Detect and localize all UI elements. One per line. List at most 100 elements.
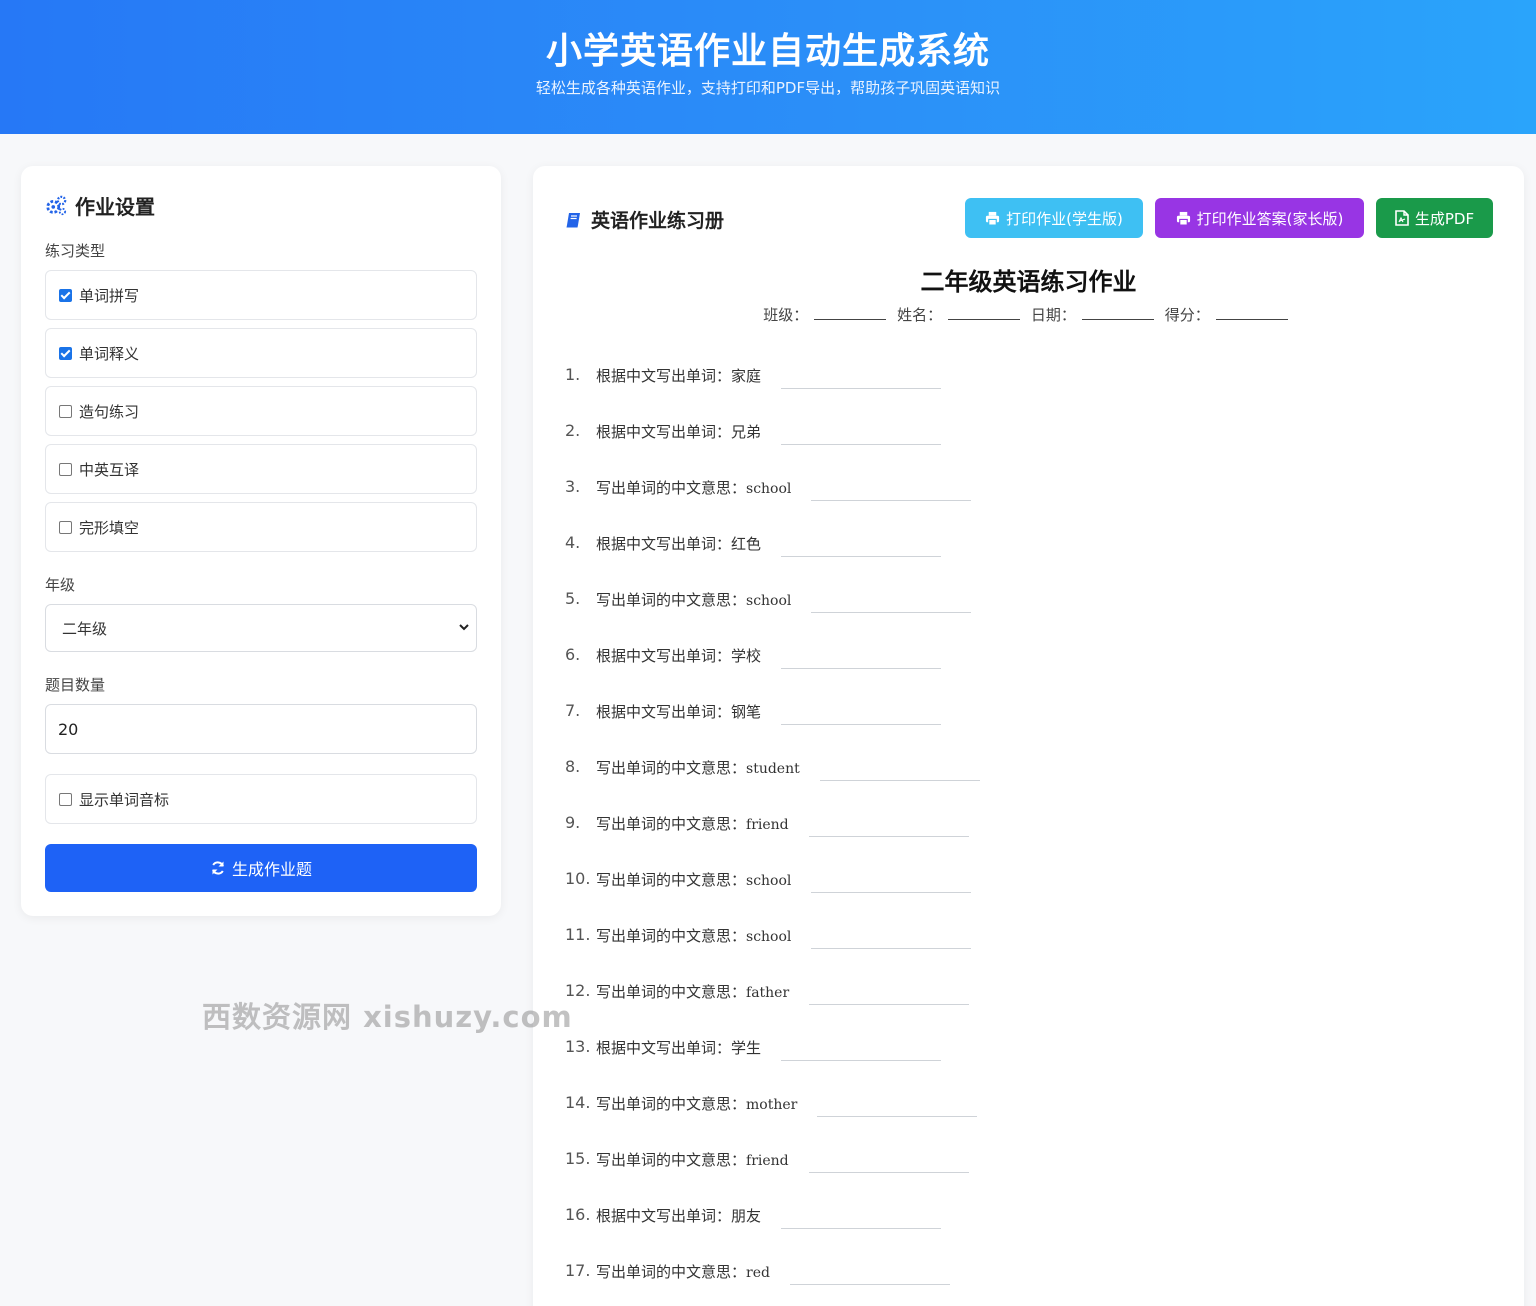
pdf-file-icon [1395, 210, 1409, 226]
print-parent-label: 打印作业答案(家长版) [1196, 209, 1344, 228]
question-text: 写出单词的中文意思：school [596, 869, 791, 890]
question-word: 家庭 [731, 367, 762, 385]
name-label: 姓名： [897, 306, 943, 324]
spelling-checkbox[interactable] [59, 288, 72, 302]
question-item: 11. 写出单词的中文意思：school [565, 925, 972, 981]
answer-line[interactable] [781, 639, 942, 669]
type-option-label: 中英互译 [79, 460, 140, 479]
question-number: 10. [565, 869, 591, 888]
question-text: 根据中文写出单词：钢笔 [596, 701, 761, 722]
sentence-checkbox[interactable] [59, 404, 72, 418]
answer-line[interactable] [781, 1199, 942, 1229]
question-word: 钢笔 [731, 703, 762, 721]
type-option-label: 单词释义 [79, 344, 140, 363]
answer-line[interactable] [817, 1087, 978, 1117]
question-prompt: 写出单词的中文意思： [596, 815, 747, 833]
date-blank [1081, 305, 1154, 320]
type-option-cloze[interactable]: 完形填空 [45, 502, 477, 552]
type-option-sentence[interactable]: 造句练习 [45, 386, 477, 436]
type-option-meaning[interactable]: 单词释义 [45, 328, 477, 378]
question-prompt: 根据中文写出单词： [596, 647, 732, 665]
phonetic-option[interactable]: 显示单词音标 [45, 774, 477, 824]
type-option-label: 单词拼写 [79, 286, 140, 305]
question-prompt: 写出单词的中文意思： [596, 983, 747, 1001]
answer-line[interactable] [781, 1031, 942, 1061]
answer-line[interactable] [808, 807, 969, 837]
answer-line[interactable] [811, 583, 972, 613]
print-parent-button[interactable]: 打印作业答案(家长版) [1155, 198, 1364, 238]
question-text: 写出单词的中文意思：school [596, 477, 791, 498]
question-prompt: 写出单词的中文意思： [596, 1151, 747, 1169]
answer-line[interactable] [808, 1143, 969, 1173]
answer-line[interactable] [789, 1255, 950, 1285]
answer-line[interactable] [781, 527, 942, 557]
question-word: 兄弟 [731, 423, 762, 441]
generate-pdf-button[interactable]: 生成PDF [1376, 198, 1493, 238]
question-number: 2. [565, 421, 581, 440]
app-subtitle: 轻松生成各种英语作业，支持打印和PDF导出，帮助孩子巩固英语知识 [535, 79, 1001, 97]
question-item: 17. 写出单词的中文意思：red [565, 1261, 950, 1306]
score-blank [1215, 305, 1288, 320]
settings-panel: 作业设置 练习类型 单词拼写 单词释义 造句练习 中英互译 完形填空 年级 二年… [21, 166, 501, 916]
phonetic-checkbox[interactable] [59, 792, 72, 806]
generate-button-label: 生成作业题 [231, 860, 312, 879]
question-prompt: 根据中文写出单词： [596, 1039, 732, 1057]
question-prompt: 写出单词的中文意思： [596, 1263, 747, 1281]
grade-label: 年级 [45, 576, 76, 594]
question-prompt: 根据中文写出单词： [596, 703, 732, 721]
question-text: 根据中文写出单词：家庭 [596, 365, 761, 386]
print-icon [986, 211, 1000, 226]
question-text: 写出单词的中文意思：school [596, 589, 791, 610]
question-text: 写出单词的中文意思：red [596, 1261, 770, 1282]
answer-line[interactable] [819, 751, 980, 781]
question-prompt: 写出单词的中文意思： [596, 479, 747, 497]
question-number: 11. [565, 925, 591, 944]
question-word: 红色 [731, 535, 762, 553]
question-word: 学生 [731, 1039, 762, 1057]
answer-line[interactable] [781, 415, 942, 445]
print-student-button[interactable]: 打印作业(学生版) [965, 198, 1143, 238]
question-count-input[interactable]: 20 [45, 704, 477, 754]
answer-line[interactable] [809, 975, 970, 1005]
question-item: 2. 根据中文写出单词：兄弟 [565, 421, 942, 477]
print-icon [1176, 211, 1190, 226]
question-text: 写出单词的中文意思：student [596, 757, 800, 778]
answer-line[interactable] [811, 471, 972, 501]
phonetic-label: 显示单词音标 [79, 790, 170, 809]
question-text: 写出单词的中文意思：friend [596, 813, 789, 834]
type-option-spelling[interactable]: 单词拼写 [45, 270, 477, 320]
question-word: school [746, 873, 792, 889]
cogs-icon [46, 195, 67, 215]
type-option-label: 完形填空 [79, 518, 140, 537]
class-label: 班级： [763, 306, 809, 324]
question-item: 1. 根据中文写出单词：家庭 [565, 365, 942, 421]
translation-checkbox[interactable] [59, 462, 72, 476]
question-item: 8. 写出单词的中文意思：student [565, 757, 980, 813]
sheet-info: 班级： 姓名： 日期： 得分： [533, 304, 1524, 325]
question-item: 12. 写出单词的中文意思：father [565, 981, 970, 1037]
question-number: 5. [565, 589, 581, 608]
refresh-icon [212, 861, 224, 875]
question-text: 根据中文写出单词：学生 [596, 1037, 761, 1058]
generate-button[interactable]: 生成作业题 [45, 844, 477, 892]
question-number: 9. [565, 813, 581, 832]
answer-line[interactable] [811, 863, 972, 893]
meaning-checkbox[interactable] [59, 346, 72, 360]
question-item: 7. 根据中文写出单词：钢笔 [565, 701, 942, 757]
question-number: 15. [565, 1149, 591, 1168]
score-label: 得分： [1164, 306, 1210, 324]
question-item: 10. 写出单词的中文意思：school [565, 869, 972, 925]
grade-select[interactable]: 二年级 [45, 604, 477, 652]
question-prompt: 根据中文写出单词： [596, 367, 732, 385]
cloze-checkbox[interactable] [59, 520, 72, 534]
answer-line[interactable] [781, 359, 942, 389]
question-text: 根据中文写出单词：红色 [596, 533, 761, 554]
question-prompt: 写出单词的中文意思： [596, 591, 747, 609]
question-text: 写出单词的中文意思：father [596, 981, 789, 1002]
settings-title-text: 作业设置 [75, 195, 155, 219]
answer-line[interactable] [811, 919, 972, 949]
type-option-translation[interactable]: 中英互译 [45, 444, 477, 494]
question-item: 15. 写出单词的中文意思：friend [565, 1149, 969, 1205]
answer-line[interactable] [781, 695, 942, 725]
practice-type-label: 练习类型 [45, 242, 106, 260]
